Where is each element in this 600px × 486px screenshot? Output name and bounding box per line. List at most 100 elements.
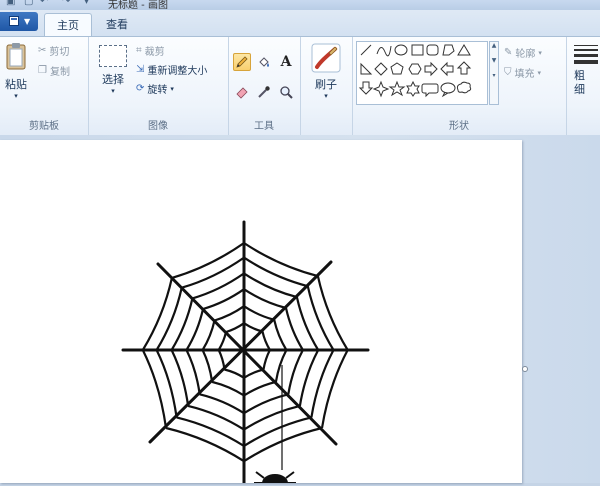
fill-button[interactable]: ⛉ 填充 ▾ [504,65,541,80]
pencil-icon [236,56,248,68]
eraser-tool[interactable] [233,83,251,101]
outline-label: 轮廓 [515,49,536,60]
shapes-scrollbar[interactable]: ▲ ▼ ▾ [489,41,499,105]
web-ring-segment [201,349,214,383]
size-group: 粗细 [566,37,600,135]
rectangle-shape-icon [411,44,424,56]
curve-shape-icon [376,45,392,57]
four-point-star-shape-icon [372,80,390,98]
right-triangle-shape-icon [360,62,373,75]
text-icon: A [280,54,292,70]
oval-callout-shape-icon [440,82,456,98]
shapes-group-label: 形状 [449,121,469,132]
brush-icon [311,43,341,73]
web-ring-segment [243,426,323,463]
customize-dropdown-icon[interactable]: ▾ [84,0,89,7]
copy-button[interactable]: ❐ 复制 [38,63,70,78]
select-dropdown-icon[interactable]: ▾ [96,87,130,95]
cut-button[interactable]: ✂ 剪切 [38,43,69,58]
cut-label: 剪切 [49,47,70,58]
magnifier-tool[interactable] [277,83,295,101]
resize-button[interactable]: ⇲ 重新调整大小 [136,62,207,77]
paste-button[interactable]: 粘贴 ▾ [2,41,30,100]
copy-icon: ❐ [38,65,47,76]
paint-app-icon[interactable]: ▣ [6,0,15,7]
web-ring-segment [224,368,245,379]
spider-web-drawing [121,220,370,486]
text-tool[interactable]: A [277,53,295,71]
fill-label: 填充 [514,69,535,80]
tab-home[interactable]: 主页 [44,13,92,37]
outline-button[interactable]: ✎ 轮廓 ▾ [504,45,542,60]
fill-icon: ⛉ [504,67,512,78]
web-ring-segment [171,242,245,279]
redo-icon[interactable]: ↷ [62,0,70,7]
outline-icon: ✎ [504,47,513,58]
size-label: 粗细 [574,69,585,96]
clipboard-icon [6,43,26,70]
ribbon: 粘贴 ▾ ✂ 剪切 ❐ 复制 剪贴板 选择 ▾ ⌗ 裁剪 ⇲ 重新调整大小 ⟳ … [0,36,600,136]
tab-view[interactable]: 查看 [94,13,140,36]
line-size-icon [574,45,598,64]
five-point-star-shape-icon [388,80,406,97]
web-ring-segment [320,349,349,429]
pencil-tool[interactable] [233,53,251,71]
web-ring-segment [141,277,173,351]
paint-menu-button[interactable]: ▼ [0,12,38,31]
eraser-icon [236,87,248,99]
scroll-down-icon[interactable]: ▼ [490,57,498,64]
resize-label: 重新调整大小 [147,66,208,77]
canvas-resize-handle-right[interactable] [522,366,528,372]
undo-icon[interactable]: ↶ [40,0,48,7]
web-ring-segment [217,349,226,370]
size-button[interactable]: 粗细 [574,45,600,97]
diamond-shape-icon [374,62,388,76]
pentagon-shape-icon [390,62,404,75]
fill-tool[interactable] [255,53,273,71]
web-ring-segment [287,349,304,395]
chevron-down-icon: ▼ [24,17,31,26]
drawing-canvas[interactable] [0,140,522,486]
select-button[interactable]: 选择 ▾ [96,45,130,95]
rotate-button[interactable]: ⟳ 旋转 ▾ [136,81,174,96]
selection-icon [99,45,127,67]
gallery-expand-icon[interactable]: ▾ [490,72,498,79]
crop-button[interactable]: ⌗ 裁剪 [136,43,165,58]
web-ring-segment [273,319,288,351]
brushes-button[interactable]: 刷子 ▾ [309,43,343,100]
fill-dropdown-icon: ▾ [537,68,542,77]
rounded-rectangle-shape-icon [426,44,439,56]
tools-group-label: 工具 [254,121,274,132]
web-ring-segment [176,416,245,447]
web-ring-segment [201,320,216,351]
scroll-up-icon[interactable]: ▲ [490,42,498,49]
paste-label: 粘贴 [5,78,27,91]
brushes-group: 刷子 ▾ [300,37,353,135]
color-picker-tool[interactable] [255,83,273,101]
line-shape-icon [360,44,372,56]
save-icon[interactable]: ▢ [24,0,33,7]
rotate-dropdown-icon: ▾ [170,84,174,93]
web-ring-segment [185,349,201,395]
hexagon-shape-icon [408,63,422,75]
paint-bucket-icon [259,57,269,67]
web-ring-segment [243,368,264,379]
resize-icon: ⇲ [136,64,145,75]
paste-dropdown-icon[interactable]: ▾ [2,92,30,100]
web-ring-segment [170,298,194,351]
web-ring-segment [295,296,320,351]
tools-group: A 工具 [228,37,301,135]
rotate-icon: ⟳ [136,83,145,94]
shapes-group: ▲ ▼ ▾ ✎ 轮廓 ▾ ⛉ 填充 ▾ 形状 [352,37,567,135]
image-group: 选择 ▾ ⌗ 裁剪 ⇲ 重新调整大小 ⟳ 旋转 ▾ 图像 [88,37,229,135]
oval-shape-icon [394,44,408,56]
brushes-dropdown-icon: ▾ [324,92,328,100]
copy-label: 复制 [49,67,70,78]
web-ring-segment [155,349,178,418]
crop-label: 裁剪 [144,47,165,58]
menu-icon [9,16,19,26]
clipboard-group: 粘贴 ▾ ✂ 剪切 ❐ 复制 剪贴板 [0,37,89,135]
web-ring-segment [211,380,245,397]
web-ring-segment [217,331,228,351]
web-ring-segment [274,349,288,383]
